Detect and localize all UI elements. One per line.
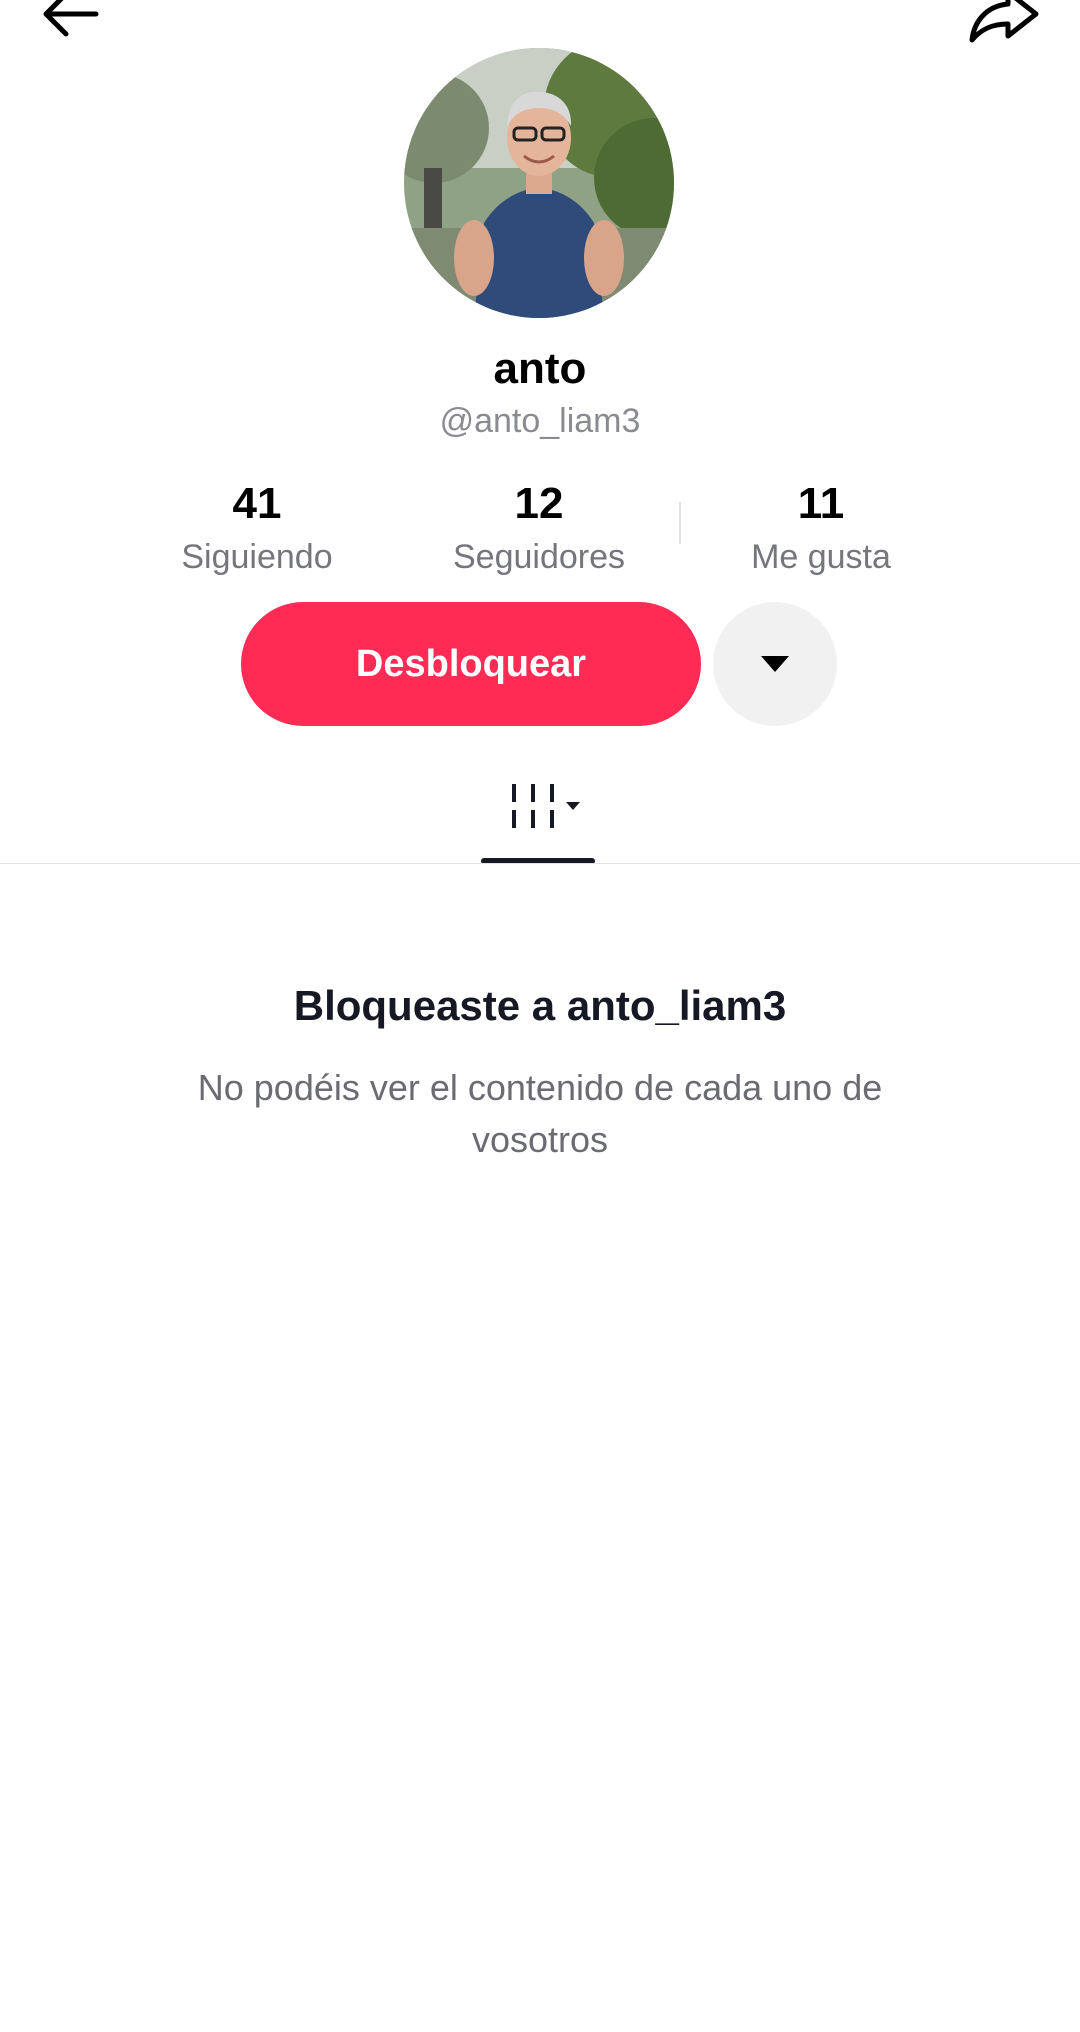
share-arrow-icon: [969, 0, 1039, 43]
avatar[interactable]: [404, 48, 674, 318]
profile-photo: [404, 48, 674, 318]
tab-videos[interactable]: [480, 770, 600, 860]
stat-followers[interactable]: 12 Seguidores: [399, 474, 679, 580]
more-options-button[interactable]: [713, 602, 837, 726]
username: @anto_liam3: [439, 402, 641, 440]
back-button[interactable]: [36, 0, 116, 46]
stat-following[interactable]: 41 Siguiendo: [117, 474, 397, 580]
unblock-button[interactable]: Desbloquear: [241, 602, 701, 726]
followers-count: 12: [514, 479, 564, 528]
caret-down-icon: [761, 656, 789, 672]
share-button[interactable]: [964, 0, 1044, 46]
grid-icon: [512, 784, 580, 828]
tab-bar-divider: [0, 863, 1080, 864]
following-label: Siguiendo: [181, 538, 333, 576]
following-count: 41: [232, 479, 282, 528]
followers-label: Seguidores: [452, 538, 625, 576]
blocked-title: Bloqueaste a anto_liam3: [293, 982, 787, 1029]
display-name: anto: [493, 344, 587, 393]
likes-count: 11: [797, 479, 845, 528]
arrow-left-icon: [43, 0, 99, 37]
stat-likes[interactable]: 11 Me gusta: [681, 474, 961, 580]
caret-down-icon: [566, 802, 580, 810]
likes-label: Me gusta: [751, 538, 891, 576]
blocked-description: No podéis ver el contenido de cada uno d…: [197, 1067, 883, 1160]
